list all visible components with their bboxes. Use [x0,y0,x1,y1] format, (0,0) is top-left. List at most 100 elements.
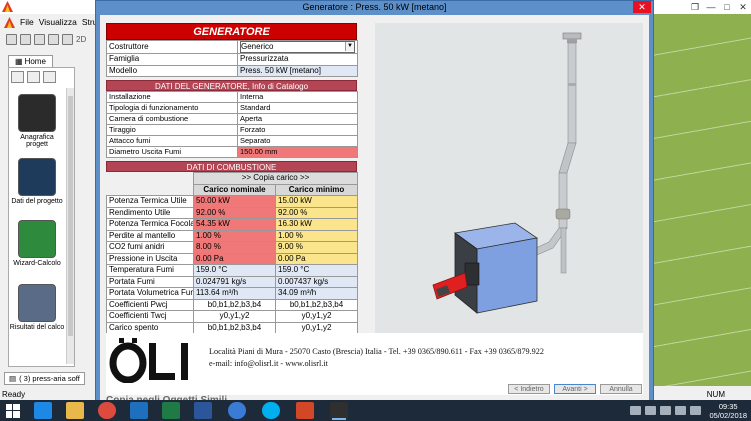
ie-icon[interactable] [34,402,52,419]
nominal-value[interactable]: 0.00 Pa [193,252,276,265]
label-installazione: Installazione [106,91,238,103]
combustion-row: Coefficienti Pwcj b0,b1,b2,b3,b4 b0,b1,b2,… [106,298,359,311]
combustion-label: Portata Volumetrica Fumi [106,287,194,300]
menu-visualizza[interactable]: Visualizza [39,17,77,27]
system-clock[interactable]: 09:35 05/02/2018 [709,402,747,420]
catalog-row: Camera di combustione Aperta [106,113,358,125]
excel-icon[interactable] [162,402,180,419]
minimum-value[interactable]: b0,b1,b2,b3,b4 [274,298,359,311]
tiraggio-value[interactable]: Forzato [237,124,358,136]
tipologia-value[interactable]: Standard [237,102,358,114]
star-icon[interactable] [27,71,40,83]
network-icon[interactable] [660,406,672,415]
nominal-value[interactable]: b0,b1,b2,b3,b4 [193,298,276,311]
tab-home-label: Home [24,57,46,66]
generator-image [375,23,643,333]
costruttore-select[interactable]: Generico ▼ [237,40,358,54]
minimum-value[interactable]: 1.00 % [274,229,359,242]
column-headers: Carico nominale Carico minimo [107,183,359,196]
outlook-icon[interactable] [130,402,148,419]
save-icon[interactable] [34,33,45,45]
nav-dati-progetto[interactable]: Dati del progetto [9,158,65,205]
back-button[interactable]: < Indietro [508,384,550,394]
combustion-row: Portata Volumetrica Fumi 113.64 m³/h 34.09… [106,287,359,300]
nominal-value[interactable]: 8.00 % [193,241,276,254]
notification-icon[interactable] [690,406,702,415]
close-icon[interactable]: ✕ [735,0,751,14]
skype-icon[interactable] [262,402,280,419]
modello-value[interactable]: Press. 50 kW [metano] [237,64,358,77]
diametro-value[interactable]: 150.00 mm [237,146,358,158]
nominal-value[interactable]: 92.00 % [193,206,276,219]
boiler-illustration [432,32,582,314]
next-button[interactable]: Avanti > [554,384,596,394]
status-ready: Ready [2,390,26,399]
chevron-down-icon[interactable]: ▼ [345,42,354,51]
minimum-value[interactable]: y0,y1,y2 [274,321,359,334]
app-menu-logo-icon[interactable] [4,16,15,28]
nominal-value[interactable]: 113.64 m³/h [193,287,276,300]
tray-chevron-icon[interactable] [645,406,657,415]
costruttore-value: Generico [241,42,274,51]
keyboard-icon[interactable] [630,406,642,415]
open-folder-icon[interactable] [20,33,31,45]
minimum-value[interactable]: 15.00 kW [274,195,359,208]
powerpoint-icon[interactable] [296,402,314,419]
combustion-row: Potenza Termica Utile 50.00 kW 15.00 kW [106,195,359,208]
nav-wizard-calcolo[interactable]: Wizard-Calcolo [9,220,65,267]
minimize-icon[interactable]: — [703,0,719,14]
nominal-value[interactable]: 159.0 °C [193,264,276,277]
nominal-value[interactable]: b0,b1,b2,b3,b4 [193,321,276,334]
nominal-value[interactable]: 0.024791 kg/s [193,275,276,288]
wizard-nav-buttons: < Indietro Avanti > Annulla [508,384,642,394]
panel-scrollbar[interactable] [66,88,74,364]
dialog-titlebar: Generatore : Press. 50 kW [metano] ✕ [96,1,653,14]
minimum-value[interactable]: 0.00 Pa [274,252,359,265]
document-tab[interactable]: ▤ ( 3) press-aria soff [4,372,85,385]
file-explorer-icon[interactable] [66,402,84,419]
minimum-value[interactable]: y0,y1,y2 [274,310,359,323]
nominal-value[interactable]: 50.00 kW [193,195,276,208]
new-file-icon[interactable] [6,33,17,45]
word-icon[interactable] [194,402,212,419]
combustion-label: Portata Fumi [106,275,194,288]
active-app-icon[interactable] [330,402,348,420]
minimum-value[interactable]: 16.30 kW [274,218,359,231]
attacco-fumi-value[interactable]: Separato [237,135,358,147]
camera-value[interactable]: Aperta [237,113,358,125]
minimum-value[interactable]: 0.007437 kg/s [274,275,359,288]
refresh-icon[interactable] [62,33,73,45]
menu-file[interactable]: File [20,17,34,27]
scrollbar-thumb[interactable] [68,96,73,336]
nav-anagrafica[interactable]: Anagrafica progett [9,94,65,148]
chrome-icon[interactable] [98,402,116,419]
system-tray: 09:35 05/02/2018 [630,400,751,421]
minimum-value[interactable]: 9.00 % [274,241,359,254]
generator-dialog: Generatore : Press. 50 kW [metano] ✕ GEN… [95,0,654,406]
combustion-label: Pressione in Uscita [106,252,194,265]
home-small-icon[interactable] [11,71,24,83]
restore-icon[interactable]: ❐ [687,0,703,14]
nominal-value[interactable]: y0,y1,y2 [193,310,276,323]
app-toolbar: 2D [0,31,86,47]
edit-icon[interactable] [43,71,56,83]
print-icon[interactable] [48,33,59,45]
copy-load-button[interactable]: >> Copia carico >> [192,172,359,185]
cancel-button[interactable]: Annulla [600,384,642,394]
nominal-value[interactable]: 54.35 kW [193,218,276,231]
nominal-value[interactable]: 1.00 % [193,229,276,242]
minimum-value[interactable]: 34.09 m³/h [274,287,359,300]
label-modello: Modello [106,64,238,77]
nav-risultati[interactable]: Risultati del calco [9,284,65,331]
windows-start-icon[interactable] [6,404,20,418]
dialog-close-button[interactable]: ✕ [633,1,651,13]
tab-home[interactable]: ▦ Home [8,55,53,67]
volume-icon[interactable] [675,406,687,415]
toolbar-2d-label[interactable]: 2D [76,35,86,44]
minimum-value[interactable]: 92.00 % [274,206,359,219]
p-app-icon[interactable] [228,402,246,419]
minimum-value[interactable]: 159.0 °C [274,264,359,277]
installazione-value[interactable]: Interna [237,91,358,103]
famiglia-value[interactable]: Pressurizzata [237,53,358,66]
maximize-icon[interactable]: □ [719,0,735,14]
